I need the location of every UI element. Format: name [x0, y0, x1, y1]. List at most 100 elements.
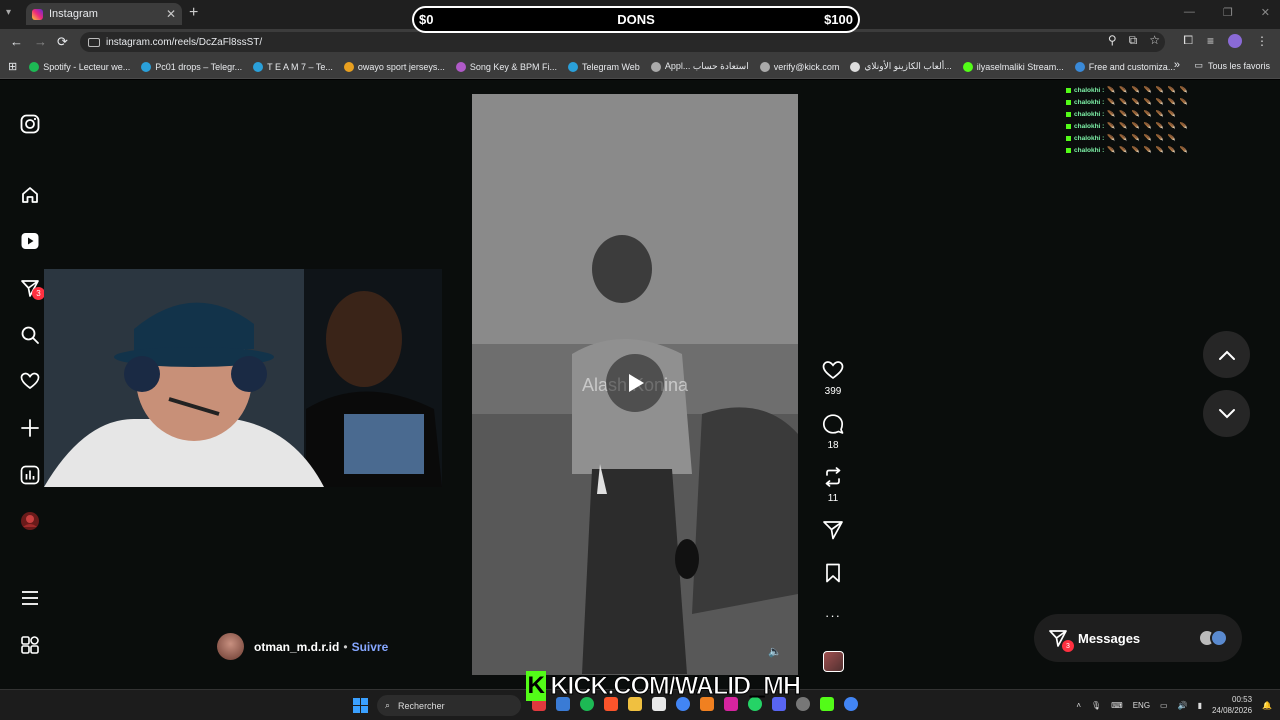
install-icon[interactable]: ⧉ — [1129, 33, 1138, 48]
bookmark-item[interactable]: Pc01 drops – Telegr... — [141, 61, 242, 72]
create-plus-icon[interactable] — [19, 417, 41, 439]
forward-button[interactable]: → — [34, 34, 47, 49]
audio-track-thumbnail[interactable] — [823, 651, 844, 672]
follow-button[interactable]: Suivre — [352, 640, 389, 654]
heart-icon — [822, 361, 844, 380]
chat-message: chalokhi : 🪶🪶🪶🪶🪶🪶🪶 — [1066, 144, 1206, 156]
tab-list-icon[interactable]: ▾ — [6, 7, 11, 18]
media-icon[interactable]: ≡ — [1207, 34, 1214, 48]
chat-message: chalokhi : 🪶🪶🪶🪶🪶🪶 — [1066, 108, 1206, 120]
tray-chevron-icon[interactable]: ˄ — [1076, 701, 1081, 710]
chat-message: chalokhi : 🪶🪶🪶🪶🪶🪶🪶 — [1066, 84, 1206, 96]
menu-icon[interactable]: ⋮ — [1256, 34, 1268, 48]
extensions-icon[interactable]: ⧠ — [1183, 33, 1193, 48]
address-bar[interactable]: instagram.com/reels/DcZaFl8ssST/ — [80, 32, 1165, 52]
network-icon[interactable]: ▭ — [1160, 701, 1168, 710]
messages-button[interactable]: 3 Messages — [1034, 614, 1242, 662]
kick-icon[interactable] — [820, 697, 834, 711]
bookmark-item[interactable]: ألعاب الكازينو الأونلاي... — [850, 61, 952, 72]
direct-messages-icon[interactable]: 3 — [19, 277, 45, 300]
bookmark-star-icon[interactable]: ☆ — [1149, 33, 1160, 48]
tab-close-icon[interactable]: ✕ — [166, 7, 176, 21]
bookmark-item[interactable]: ilyaselmaliki Stream... — [962, 61, 1064, 72]
reel-video[interactable]: Alash Konina 🔈 — [472, 94, 798, 675]
chrome-icon[interactable] — [844, 697, 858, 711]
bookmark-favicon-icon — [253, 61, 264, 72]
window-close-icon[interactable]: ✕ — [1261, 6, 1270, 19]
chat-username: chalokhi : — [1074, 146, 1105, 154]
chat-emotes: 🪶🪶🪶🪶🪶🪶🪶 — [1107, 87, 1192, 94]
clock[interactable]: 00:53 24/08/2026 — [1212, 694, 1252, 716]
chat-badge-icon — [1066, 99, 1071, 105]
more-options-icon[interactable]: ··· — [813, 608, 853, 623]
previous-reel-button[interactable] — [1203, 331, 1250, 378]
bookmark-item[interactable]: Spotify - Lecteur we... — [29, 61, 130, 72]
kick-channel-overlay: K KICK.COM/WALID_MH — [526, 669, 802, 703]
kick-logo-icon: K — [526, 671, 547, 701]
zoom-icon[interactable]: ⚲ — [1108, 33, 1117, 48]
instagram-logo-icon[interactable] — [19, 113, 41, 135]
next-reel-button[interactable] — [1203, 390, 1250, 437]
messages-label: Messages — [1078, 630, 1141, 646]
reels-icon[interactable] — [19, 230, 41, 252]
bookmark-item[interactable]: verify@kick.com — [759, 61, 839, 72]
comment-button[interactable]: 18 — [813, 414, 853, 451]
bookmark-item[interactable]: Song Key & BPM Fi... — [455, 61, 557, 72]
bookmark-item[interactable]: owayo sport jerseys... — [343, 61, 445, 72]
profile-avatar[interactable] — [1228, 33, 1242, 48]
share-button[interactable] — [813, 520, 853, 545]
bookmarks-bar: ⊞ Spotify - Lecteur we... Pc01 drops – Te… — [0, 55, 1280, 79]
windows-start-icon[interactable] — [353, 698, 368, 713]
home-icon[interactable] — [19, 184, 41, 206]
chat-message: chalokhi : 🪶🪶🪶🪶🪶🪶 — [1066, 132, 1206, 144]
window-controls: — ❐ ✕ — [1184, 6, 1270, 19]
minimize-icon[interactable]: — — [1184, 6, 1195, 19]
author-avatar[interactable] — [217, 633, 244, 660]
bookmark-icon — [826, 563, 840, 583]
bookmark-item[interactable]: Telegram Web — [567, 61, 640, 72]
apps-grid-icon[interactable]: ⊞ — [8, 60, 17, 73]
like-count: 399 — [824, 386, 842, 397]
new-tab-button[interactable]: + — [189, 4, 198, 22]
audio-speaker-icon[interactable]: 🔈 — [768, 645, 782, 658]
more-menu-icon[interactable] — [19, 587, 41, 609]
chat-username: chalokhi : — [1074, 134, 1105, 142]
chat-emotes: 🪶🪶🪶🪶🪶🪶 — [1107, 135, 1180, 142]
profile-avatar-icon[interactable] — [19, 510, 41, 532]
volume-icon[interactable]: 🔊 — [1178, 701, 1188, 710]
chat-badge-icon — [1066, 123, 1071, 129]
reload-button[interactable]: ⟳ — [57, 34, 68, 50]
chat-badge-icon — [1066, 87, 1071, 93]
search-icon[interactable] — [19, 324, 41, 346]
bookmark-favicon-icon — [650, 61, 661, 72]
kick-channel-url: KICK.COM/WALID_MH — [550, 671, 802, 700]
notifications-heart-icon[interactable] — [19, 370, 41, 392]
taskbar-search[interactable]: ⌕ Rechercher — [377, 695, 521, 716]
language-indicator[interactable]: ENG — [1133, 701, 1150, 710]
more-bookmarks-icon[interactable]: » — [1174, 59, 1180, 71]
maximize-icon[interactable]: ❐ — [1223, 6, 1233, 19]
chat-badge-icon — [1066, 147, 1071, 153]
all-bookmarks[interactable]: ▭ Tous les favoris — [1194, 60, 1270, 71]
extension-icons: ⧠ ≡ ⋮ — [1183, 33, 1268, 48]
all-bookmarks-label: Tous les favoris — [1207, 60, 1270, 71]
author-username[interactable]: otman_m.d.r.id — [254, 640, 339, 654]
site-info-icon[interactable] — [88, 37, 100, 47]
keyboard-icon[interactable]: ⌨ — [1111, 701, 1123, 710]
microphone-icon[interactable]: 🎙 — [1091, 701, 1101, 710]
save-button[interactable] — [813, 563, 853, 588]
bookmark-item[interactable]: Free and customiza... — [1074, 61, 1175, 72]
like-button[interactable]: 399 — [813, 360, 853, 397]
bookmark-item[interactable]: Appl... استعادة حساب — [650, 61, 749, 72]
chat-badge-icon — [1066, 111, 1071, 117]
tab-instagram[interactable]: Instagram ✕ — [26, 3, 182, 25]
dashboard-icon[interactable] — [19, 464, 41, 486]
bookmark-item[interactable]: T E A M 7 – Te... — [253, 61, 333, 72]
also-from-meta-icon[interactable] — [19, 634, 41, 656]
chat-username: chalokhi : — [1074, 86, 1105, 94]
play-icon[interactable] — [606, 354, 664, 412]
battery-icon[interactable]: ▮ — [1198, 701, 1202, 710]
notifications-icon[interactable]: 🔔 — [1262, 701, 1272, 710]
back-button[interactable]: ← — [10, 34, 23, 49]
repost-button[interactable]: 11 — [813, 467, 853, 504]
